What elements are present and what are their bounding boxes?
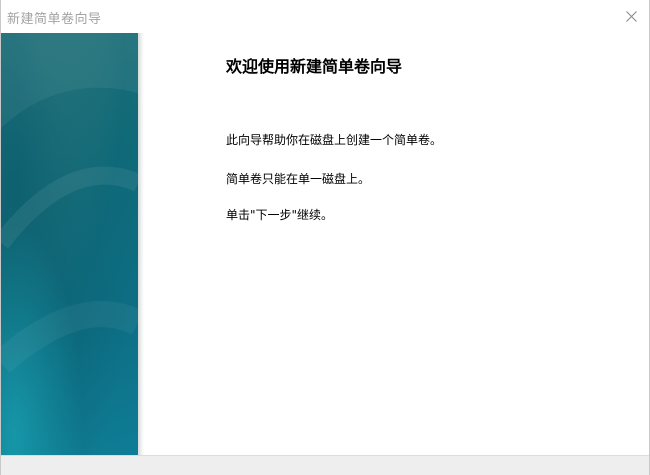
wizard-heading: 欢迎使用新建简单卷向导	[226, 57, 403, 76]
wizard-description-3: 单击"下一步"继续。	[226, 208, 334, 222]
wizard-description-1: 此向导帮助你在磁盘上创建一个简单卷。	[226, 133, 443, 147]
wizard-description-2: 简单卷只能在单一磁盘上。	[226, 172, 371, 186]
close-icon	[626, 11, 637, 22]
window-title: 新建简单卷向导	[7, 12, 102, 27]
button-bar	[1, 455, 649, 475]
close-button[interactable]	[615, 2, 647, 30]
banner-edge-shadow	[138, 33, 144, 455]
wizard-content: 欢迎使用新建简单卷向导 此向导帮助你在磁盘上创建一个简单卷。 简单卷只能在单一磁…	[226, 33, 646, 455]
wizard-window: 新建简单卷向导 欢迎使用新建简单卷向导 此向导帮助你在磁盘上创建一个简单卷。 简…	[0, 0, 650, 475]
wizard-banner-image	[1, 33, 138, 455]
title-bar: 新建简单卷向导	[1, 0, 649, 33]
